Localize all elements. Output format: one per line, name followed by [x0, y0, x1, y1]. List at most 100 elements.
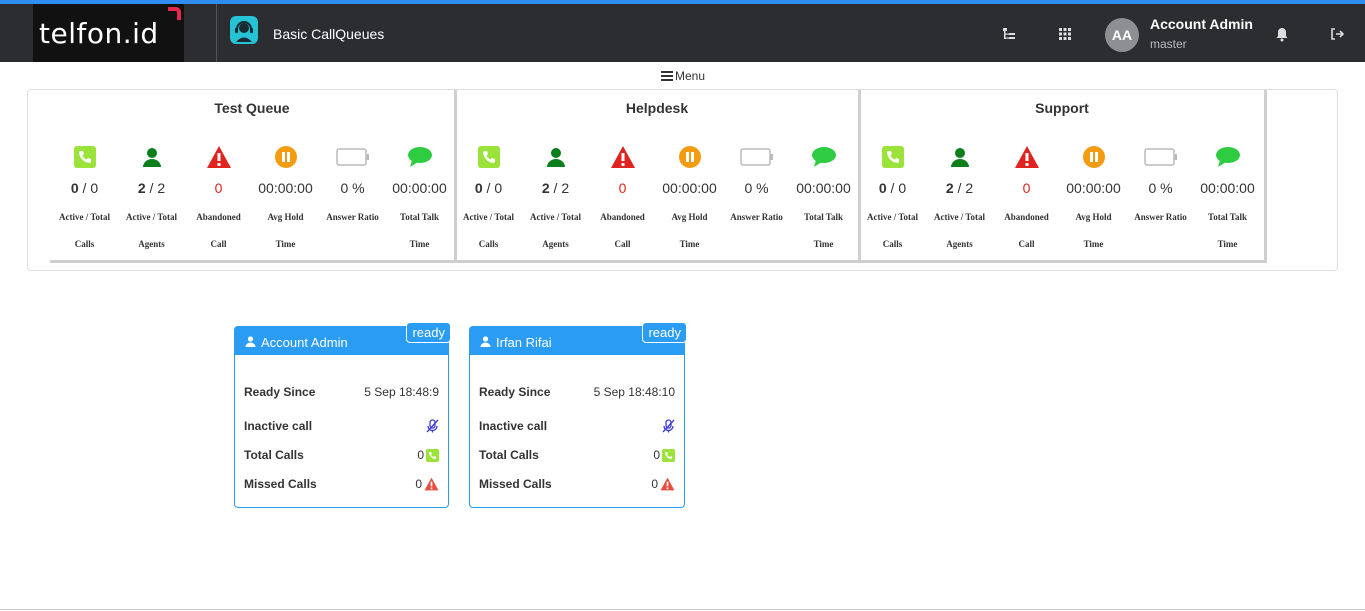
talk-label-1: Total Talk	[400, 212, 439, 222]
agent-name: Irfan Rifai	[496, 335, 552, 350]
agent-card-header: Irfan Rifai ready	[470, 322, 687, 355]
queue-title: Support	[1035, 100, 1089, 116]
battery-empty-icon	[1143, 148, 1177, 166]
chat-bubble-icon	[811, 147, 836, 167]
stat-total-talk: 00:00:00 Total Talk Time	[1194, 144, 1261, 258]
ratio-label-1: Answer Ratio	[326, 212, 379, 222]
app-title: Basic CallQueues	[273, 26, 385, 42]
agent-user-icon	[546, 148, 565, 167]
calls-label-1: Active / Total	[463, 212, 514, 222]
hold-label-1: Avg Hold	[267, 212, 304, 222]
talk-label-2: Time	[409, 239, 430, 249]
top-navbar: telfon.id Basic CallQueues AA Account Ad…	[0, 4, 1365, 62]
abandoned-value: 0	[618, 180, 627, 196]
abandoned-label-2: Call	[1018, 239, 1035, 249]
stat-answer-ratio: 0 % Answer Ratio	[1127, 144, 1194, 258]
answer-ratio-value: 0 %	[340, 180, 365, 196]
agents-label-1: Active / Total	[934, 212, 985, 222]
queue-title: Test Queue	[214, 100, 290, 116]
stat-total-talk: 00:00:00 Total Talk Time	[386, 144, 453, 258]
menu-toggle[interactable]: Menu	[661, 69, 705, 83]
ready-since-row: Ready Since 5 Sep 18:48:10	[479, 385, 675, 399]
hold-label-2: Time	[679, 239, 700, 249]
missed-calls-row: Missed Calls 0	[244, 477, 439, 491]
sitemap-icon[interactable]	[1001, 26, 1017, 42]
stat-calls: 0 / 0 Active / Total Calls	[859, 144, 926, 258]
grid-icon[interactable]	[1057, 26, 1073, 42]
headset-app-icon	[230, 16, 258, 44]
pause-icon	[1082, 146, 1105, 168]
talk-label-1: Total Talk	[804, 212, 843, 222]
avg-hold-value: 00:00:00	[1066, 180, 1121, 196]
stat-avg-hold: 00:00:00 Avg Hold Time	[656, 144, 723, 258]
agents-total: 2	[561, 180, 570, 196]
status-badge: ready	[642, 322, 687, 343]
abandoned-value: 0	[1022, 180, 1031, 196]
ready-since-value: 5 Sep 18:48:10	[593, 385, 675, 399]
stat-answer-ratio: 0 % Answer Ratio	[319, 144, 386, 258]
telfon-logo[interactable]: telfon.id	[33, 4, 184, 62]
total-calls-row: Total Calls 0	[479, 448, 675, 462]
phone-icon	[426, 448, 439, 462]
inactive-call-label: Inactive call	[479, 419, 548, 433]
calls-label-2: Calls	[74, 239, 95, 249]
stat-answer-ratio: 0 % Answer Ratio	[723, 144, 790, 258]
agents-label-2: Agents	[542, 239, 569, 249]
calls-total: 0	[90, 180, 99, 196]
ready-since-label: Ready Since	[244, 385, 316, 399]
stat-agents: 2 / 2 Active / Total Agents	[926, 144, 993, 258]
phone-icon	[477, 146, 500, 168]
user-name[interactable]: Account Admin	[1150, 16, 1253, 32]
menu-label: Menu	[675, 69, 706, 83]
footer-divider	[0, 609, 1365, 610]
stat-calls: 0 / 0 Active / Total Calls	[455, 144, 522, 258]
user-role: master	[1150, 37, 1187, 51]
stat-agents: 2 / 2 Active / Total Agents	[522, 144, 589, 258]
mic-muted-icon[interactable]	[426, 419, 439, 433]
queue-card-support: Support 0 / 0 Active / Total Calls 2 / 2 …	[860, 90, 1267, 263]
queue-stats-panel: Test Queue 0 / 0 Active / Total Calls 2 /…	[27, 89, 1338, 271]
answer-ratio-value: 0 %	[1148, 180, 1173, 196]
agents-total: 2	[157, 180, 166, 196]
stat-calls: 0 / 0 Active / Total Calls	[51, 144, 118, 258]
ready-since-label: Ready Since	[479, 385, 551, 399]
agents-label-1: Active / Total	[530, 212, 581, 222]
answer-ratio-value: 0 %	[744, 180, 769, 196]
bell-icon[interactable]	[1274, 26, 1290, 42]
calls-active: 0	[474, 180, 483, 196]
separator: /	[957, 180, 962, 196]
talk-label-2: Time	[813, 239, 834, 249]
abandoned-label-1: Abandoned	[600, 212, 645, 222]
warning-icon	[206, 146, 231, 168]
separator: /	[553, 180, 558, 196]
inactive-call-row: Inactive call	[479, 419, 675, 433]
warning-icon	[660, 477, 675, 491]
agent-card: Account Admin ready Ready Since 5 Sep 18…	[234, 322, 451, 508]
agent-name: Account Admin	[261, 335, 348, 350]
total-calls-label: Total Calls	[479, 448, 539, 462]
logo-text: telfon.id	[39, 17, 159, 50]
chat-bubble-icon	[1215, 147, 1240, 167]
battery-empty-icon	[739, 148, 773, 166]
hamburger-icon	[661, 71, 673, 81]
agent-card-header: Account Admin ready	[235, 322, 451, 355]
ratio-label-1: Answer Ratio	[1134, 212, 1187, 222]
agents-label-2: Agents	[946, 239, 973, 249]
calls-label-1: Active / Total	[59, 212, 110, 222]
avatar[interactable]: AA	[1105, 18, 1139, 52]
user-icon	[480, 336, 491, 347]
agents-active: 2	[945, 180, 954, 196]
total-calls-value: 0	[417, 448, 424, 462]
stat-total-talk: 00:00:00 Total Talk Time	[790, 144, 857, 258]
ready-since-row: Ready Since 5 Sep 18:48:9	[244, 385, 439, 399]
ready-since-value: 5 Sep 18:48:9	[364, 385, 439, 399]
abandoned-value: 0	[214, 180, 223, 196]
stat-abandoned: 0 Abandoned Call	[589, 144, 656, 258]
logout-icon[interactable]	[1329, 26, 1345, 42]
missed-calls-value: 0	[651, 477, 658, 491]
ratio-label-1: Answer Ratio	[730, 212, 783, 222]
inactive-call-label: Inactive call	[244, 419, 313, 433]
calls-total: 0	[494, 180, 503, 196]
calls-active: 0	[70, 180, 79, 196]
mic-muted-icon[interactable]	[662, 419, 675, 433]
